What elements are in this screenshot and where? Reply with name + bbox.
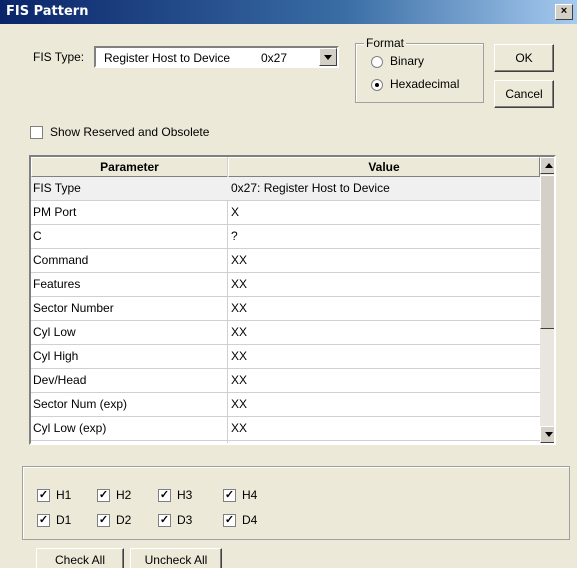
value-cell: XX (231, 253, 248, 267)
parameter-cell: Cyl High (33, 349, 79, 363)
scroll-up-icon[interactable] (540, 157, 554, 174)
show-reserved-checkbox[interactable] (30, 126, 43, 139)
hexadecimal-label: Hexadecimal (390, 77, 460, 91)
table-row[interactable]: FIS Type 0x27: Register Host to Device (31, 177, 540, 201)
uncheck-all-label: Uncheck All (144, 553, 208, 567)
parameter-cell: Cyl Low (33, 325, 76, 339)
window-title: FIS Pattern (6, 4, 89, 19)
h1-label: H1 (56, 488, 72, 502)
parameter-table[interactable]: Parameter Value FIS Type 0x27: Register … (29, 155, 556, 445)
h2-label: H2 (116, 488, 132, 502)
table-row[interactable]: Features XX (31, 273, 540, 297)
fis-type-dropdown[interactable]: Register Host to Device 0x27 (94, 46, 339, 68)
ok-button[interactable]: OK (494, 44, 554, 72)
value-cell: ? (231, 229, 238, 243)
parameter-cell: C (33, 229, 42, 243)
d3-checkbox[interactable]: ✓ (158, 514, 171, 527)
value-cell: XX (231, 397, 248, 411)
d4-checkbox[interactable]: ✓ (223, 514, 236, 527)
value-cell: XX (231, 325, 248, 339)
scroll-down-icon[interactable] (540, 426, 554, 443)
table-row[interactable]: Cyl High XX (31, 345, 540, 369)
value-cell: XX (231, 373, 248, 387)
fis-pattern-dialog: FIS Pattern × FIS Type: Register Host to… (0, 0, 577, 568)
binary-label: Binary (390, 54, 425, 68)
parameter-cell: Sector Num (exp) (33, 397, 128, 411)
close-button[interactable]: × (555, 4, 573, 20)
uncheck-all-button[interactable]: Uncheck All (130, 548, 222, 568)
fis-type-code: 0x27 (261, 51, 288, 65)
h4-label: H4 (242, 488, 258, 502)
fis-type-name: Register Host to Device (104, 51, 231, 65)
d2-checkbox[interactable]: ✓ (97, 514, 110, 527)
cancel-button[interactable]: Cancel (494, 80, 554, 108)
parameter-cell: PM Port (33, 205, 77, 219)
d2-label: D2 (116, 513, 132, 527)
table-row[interactable]: Sector Num (exp) XX (31, 393, 540, 417)
table-row[interactable]: PM Port X (31, 201, 540, 225)
check-all-button[interactable]: Check All (36, 548, 124, 568)
title-bar: FIS Pattern × (0, 0, 577, 24)
value-cell: XX (231, 301, 248, 315)
parameter-cell: Dev/Head (33, 373, 87, 387)
value-cell: XX (231, 421, 248, 435)
chevron-down-icon[interactable] (319, 48, 337, 66)
parameter-cell: FIS Type (33, 181, 81, 195)
value-cell: X (231, 205, 240, 219)
table-row[interactable]: C ? (31, 225, 540, 249)
value-cell: 0x27: Register Host to Device (231, 181, 390, 195)
cancel-label: Cancel (505, 87, 543, 101)
parameter-cell: Features (33, 277, 81, 291)
table-header: Parameter Value (31, 157, 540, 177)
table-row[interactable]: Sector Number XX (31, 297, 540, 321)
table-row[interactable]: Command XX (31, 249, 540, 273)
hexadecimal-radio[interactable] (371, 79, 383, 91)
d1-checkbox[interactable]: ✓ (37, 514, 50, 527)
fis-type-label: FIS Type: (33, 50, 85, 64)
scrollbar-thumb[interactable] (540, 175, 554, 329)
check-all-label: Check All (54, 553, 106, 567)
h3-checkbox[interactable]: ✓ (158, 489, 171, 502)
value-cell: XX (231, 349, 248, 363)
h4-checkbox[interactable]: ✓ (223, 489, 236, 502)
value-cell: XX (231, 277, 248, 291)
show-reserved-label: Show Reserved and Obsolete (50, 125, 210, 139)
table-row[interactable]: Dev/Head XX (31, 369, 540, 393)
d4-label: D4 (242, 513, 258, 527)
h2-checkbox[interactable]: ✓ (97, 489, 110, 502)
table-row[interactable]: Cyl Low (exp) XX (31, 417, 540, 441)
parameter-cell: Cyl Low (exp) (33, 421, 107, 435)
column-header-value[interactable]: Value (228, 157, 540, 177)
header-data-checks-group (22, 466, 570, 540)
format-group-title: Format (364, 36, 407, 50)
binary-radio[interactable] (371, 56, 383, 68)
h1-checkbox[interactable]: ✓ (37, 489, 50, 502)
d3-label: D3 (177, 513, 193, 527)
vertical-scrollbar[interactable] (540, 157, 554, 443)
h3-label: H3 (177, 488, 193, 502)
d1-label: D1 (56, 513, 72, 527)
table-row[interactable]: Cyl Low XX (31, 321, 540, 345)
column-header-parameter[interactable]: Parameter (31, 157, 228, 177)
parameter-cell: Command (33, 253, 89, 267)
ok-label: OK (515, 51, 533, 65)
format-group: Format Binary Hexadecimal (355, 36, 484, 103)
parameter-cell: Sector Number (33, 301, 114, 315)
